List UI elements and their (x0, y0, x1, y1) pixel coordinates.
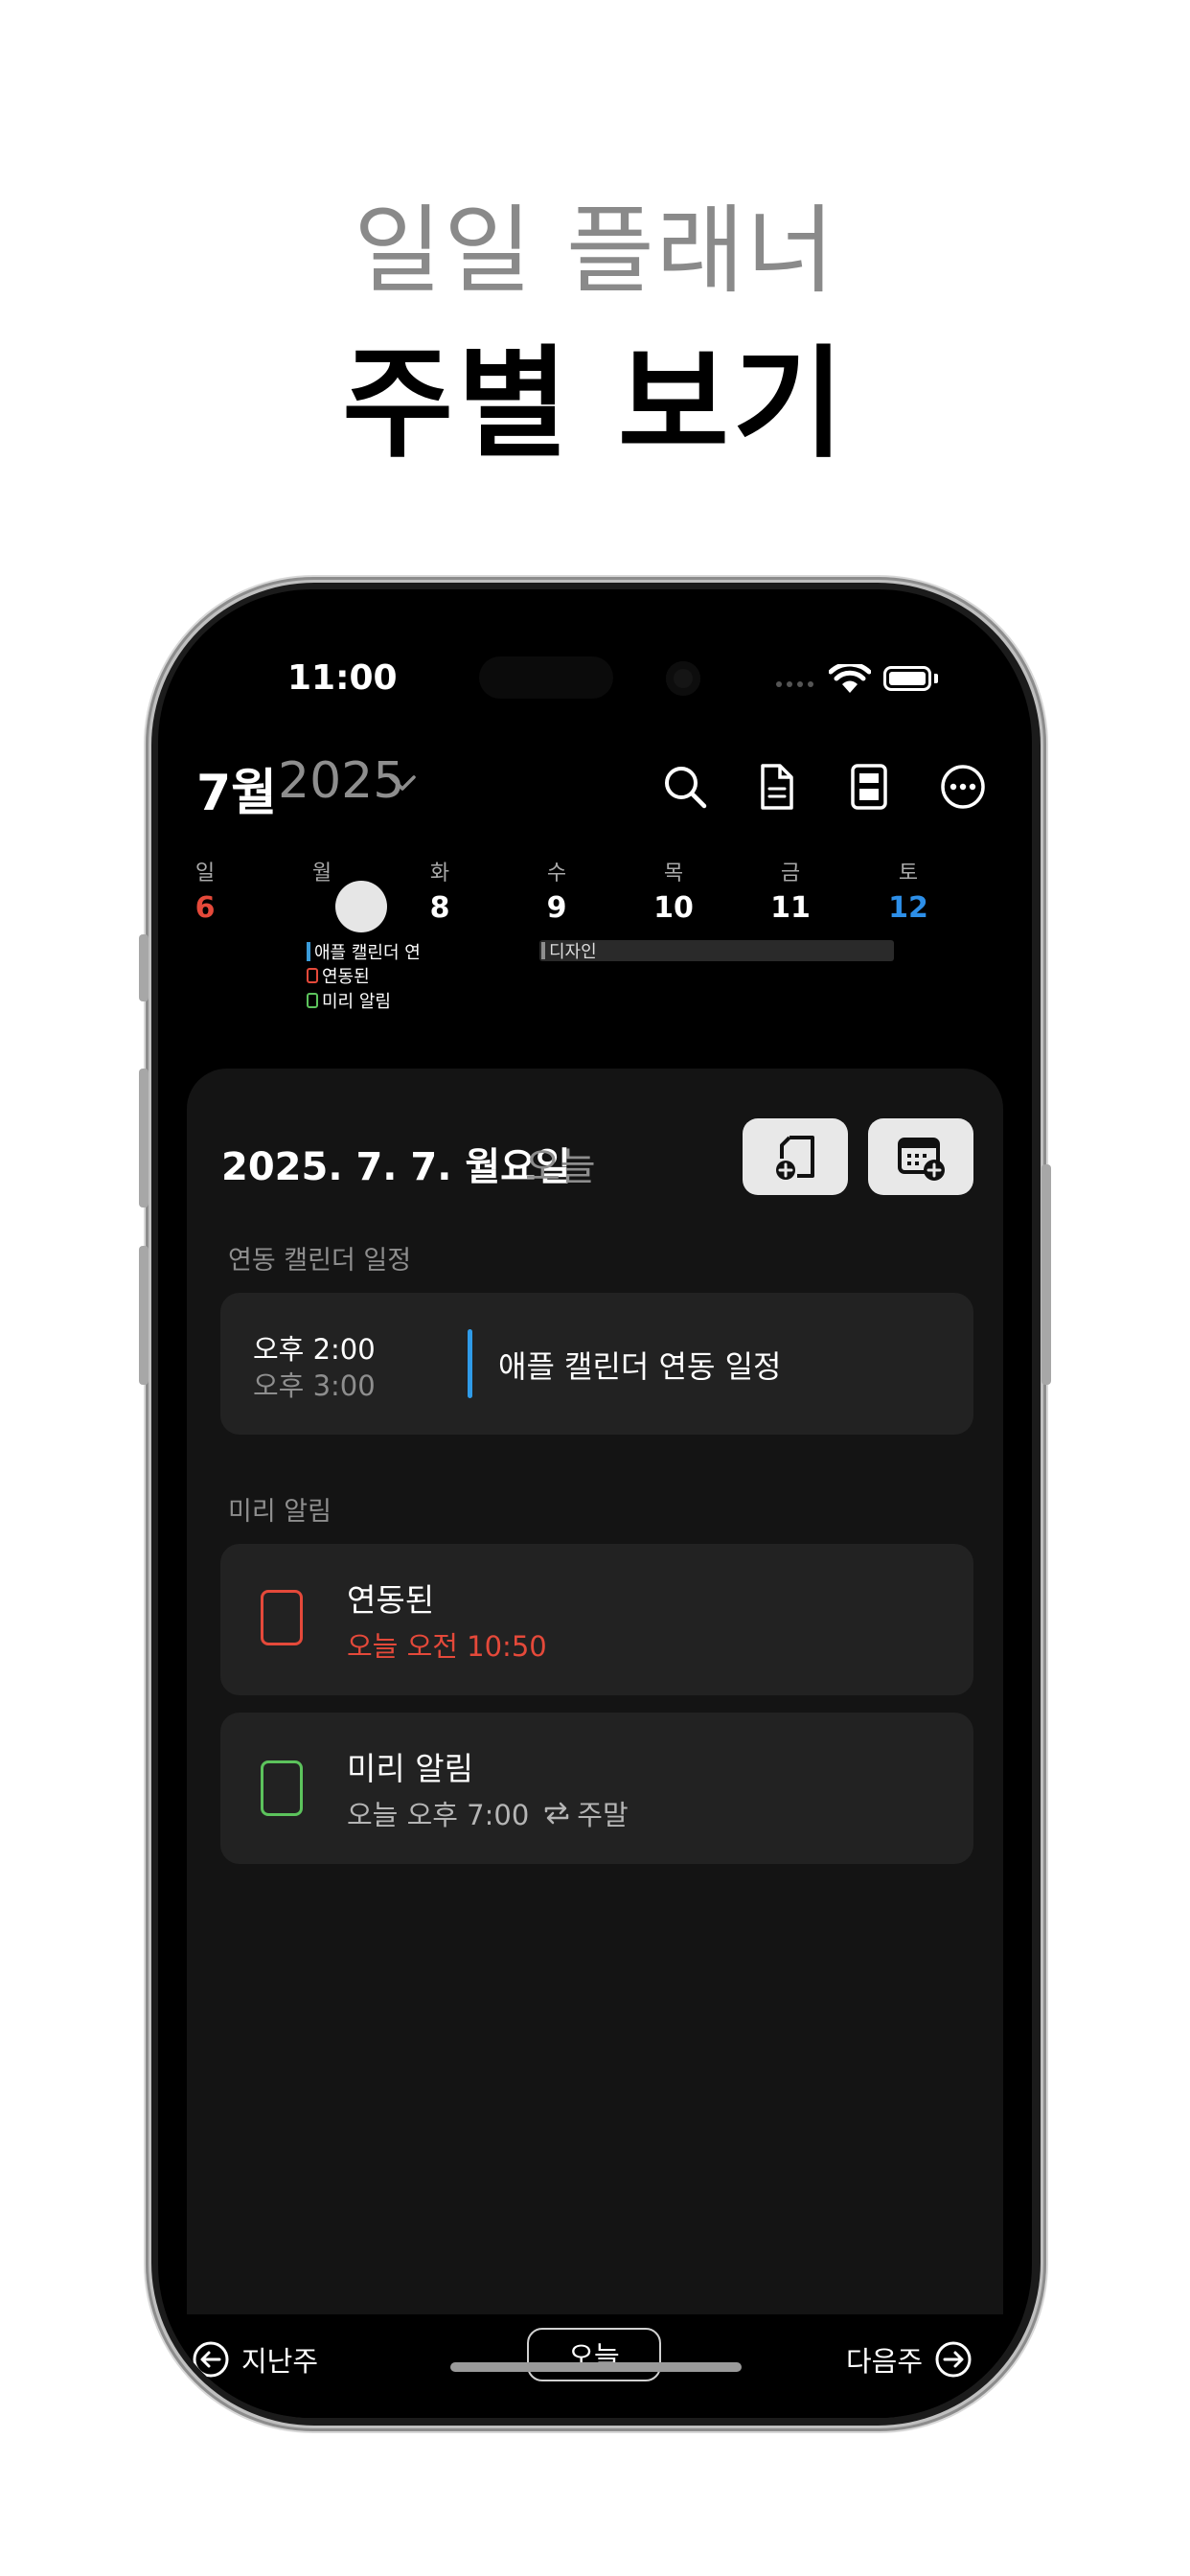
prev-week-label: 지난주 (241, 2345, 319, 2378)
reminder-checkbox[interactable] (261, 1760, 303, 1816)
weekday-thu: 목 (663, 862, 684, 886)
event-color-bar (307, 942, 310, 961)
reminder-section-label: 미리 알림 (228, 1497, 332, 1527)
battery-icon (883, 666, 931, 691)
week-event-label: 연동된 (322, 967, 370, 987)
weekday-sat: 토 (898, 862, 919, 886)
volume-down-button (139, 1246, 149, 1385)
week-event-reminder-1[interactable]: 연동된 (307, 963, 370, 988)
promo-subtitle: 일일 플래너 (354, 195, 836, 307)
today-button[interactable]: 오늘 (527, 2328, 661, 2381)
date-sat[interactable]: 12 (860, 891, 956, 925)
weekday-tue: 화 (429, 862, 450, 886)
cellular-icon (776, 681, 813, 687)
reminder-time-row: 오늘 오후 7:00 주말 (347, 1793, 629, 1833)
week-event-label: 미리 알림 (322, 992, 391, 1012)
promo-title: 주별 보기 (342, 334, 848, 474)
event-color-bar (468, 1329, 472, 1398)
document-icon[interactable] (749, 760, 803, 814)
selected-date: 2025. 7. 7. 월요일 (221, 1145, 571, 1189)
header-year[interactable]: 2025 (278, 752, 404, 810)
add-calendar-icon (898, 1138, 945, 1181)
date-thu[interactable]: 10 (626, 891, 721, 925)
reminder-repeat: 주말 (577, 1799, 629, 1831)
chevron-down-icon[interactable] (388, 773, 417, 793)
weekday-fri: 금 (780, 862, 801, 886)
next-week-button[interactable]: 다음주 (846, 2339, 973, 2380)
weekday-sun: 일 (195, 862, 216, 886)
status-time: 11:00 (287, 658, 398, 698)
header-month[interactable]: 7월 (196, 752, 277, 824)
calendar-event-card[interactable]: 오후 2:00 오후 3:00 애플 캘린더 연동 일정 (220, 1293, 973, 1435)
mute-switch (139, 934, 149, 1001)
checkbox-icon (307, 968, 318, 983)
dynamic-island (479, 656, 613, 699)
home-indicator[interactable] (450, 2362, 742, 2372)
event-title: 애플 캘린더 연동 일정 (498, 1348, 782, 1385)
arrow-left-circle-icon (193, 2341, 229, 2378)
week-event-label: 애플 캘린더 연 (314, 943, 421, 963)
date-mon[interactable]: 7 (274, 891, 370, 925)
camera (666, 661, 700, 696)
weekday-wed: 수 (546, 862, 567, 886)
add-note-button[interactable] (743, 1118, 848, 1195)
event-end-time: 오후 3:00 (253, 1369, 376, 1402)
date-wed[interactable]: 9 (509, 891, 605, 925)
add-event-button[interactable] (868, 1118, 973, 1195)
next-week-label: 다음주 (846, 2345, 924, 2378)
reminder-title: 미리 알림 (347, 1750, 473, 1787)
week-event-reminder-2[interactable]: 미리 알림 (307, 988, 391, 1013)
repeat-icon (545, 1802, 569, 1825)
reminder-checkbox[interactable] (261, 1590, 303, 1645)
date-tue[interactable]: 8 (392, 891, 488, 925)
search-icon[interactable] (658, 760, 712, 814)
week-event-label: 디자인 (549, 942, 597, 962)
arrow-right-circle-icon (935, 2341, 972, 2378)
reminder-card-2[interactable]: 미리 알림 오늘 오후 7:00 주말 (220, 1713, 973, 1864)
power-button (1041, 1164, 1051, 1385)
today-label: 오늘 (525, 1145, 596, 1189)
add-note-icon (776, 1136, 814, 1180)
date-sun[interactable]: 6 (158, 891, 253, 925)
day-detail-sheet: 2025. 7. 7. 월요일 오늘 연동 캘린더 일정 오후 2:00 오후 … (187, 1069, 1003, 2314)
wifi-icon (829, 664, 871, 693)
volume-up-button (139, 1069, 149, 1208)
calendar-section-label: 연동 캘린더 일정 (228, 1246, 412, 1276)
week-event-design[interactable]: 디자인 (539, 940, 894, 962)
reminder-time: 오늘 오전 10:50 (347, 1630, 547, 1663)
phone-screen: 11:00 7월 2025 일 월 화 수 목 금 토 6 7 8 9 10 1… (158, 589, 1032, 2418)
battery-tip (934, 674, 938, 683)
event-color-bar (541, 942, 545, 959)
reminder-card-1[interactable]: 연동된 오늘 오전 10:50 (220, 1544, 973, 1695)
prev-week-button[interactable]: 지난주 (192, 2339, 318, 2380)
event-start-time: 오후 2:00 (253, 1333, 376, 1366)
more-icon[interactable] (936, 760, 990, 814)
reminder-time: 오늘 오후 7:00 (347, 1799, 530, 1831)
reminder-title: 연동된 (347, 1581, 435, 1619)
notebook-icon[interactable] (842, 760, 896, 814)
checkbox-icon (307, 993, 318, 1008)
week-event-calendar[interactable]: 애플 캘린더 연 (307, 939, 421, 964)
date-fri[interactable]: 11 (743, 891, 838, 925)
